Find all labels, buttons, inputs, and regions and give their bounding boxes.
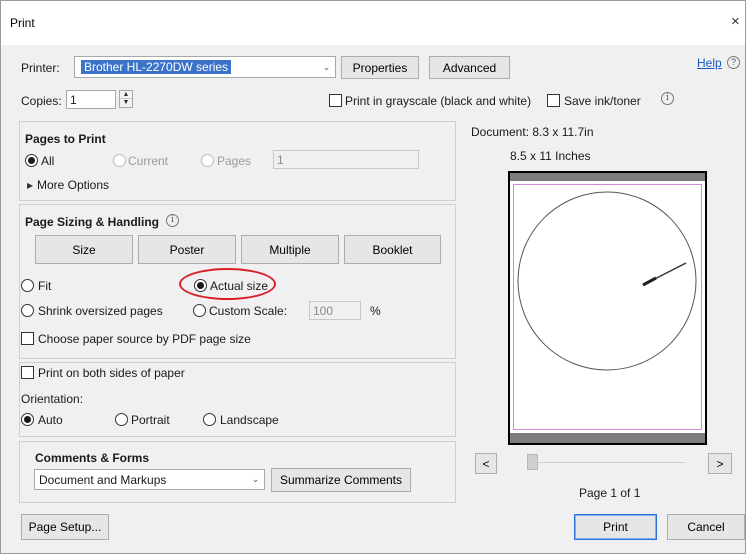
- radio-pages-label: Pages: [217, 154, 252, 168]
- paper-size-text: 8.5 x 11 Inches: [510, 149, 591, 163]
- window-title: Print: [10, 16, 35, 30]
- radio-auto[interactable]: [21, 413, 34, 426]
- page-setup-button[interactable]: Page Setup...: [21, 514, 109, 540]
- comments-forms-select[interactable]: Document and Markups ⌄: [34, 469, 265, 490]
- question-circle-icon[interactable]: ?: [727, 56, 740, 69]
- copies-label: Copies:: [21, 94, 62, 108]
- print-dialog: Print × Printer: Brother HL-2270DW serie…: [0, 0, 746, 554]
- pages-range-input[interactable]: 1: [273, 150, 419, 169]
- both-sides-checkbox[interactable]: [21, 366, 34, 379]
- orientation-label: Orientation:: [21, 392, 84, 406]
- radio-portrait-label: Portrait: [131, 413, 170, 427]
- radio-portrait[interactable]: [115, 413, 128, 426]
- copies-input[interactable]: 1: [66, 90, 116, 109]
- comments-forms-title: Comments & Forms: [35, 451, 150, 465]
- prev-page-button[interactable]: <: [475, 453, 497, 474]
- page-preview: [508, 171, 707, 445]
- spin-down-icon[interactable]: ▼: [120, 99, 132, 107]
- radio-landscape-label: Landscape: [220, 413, 279, 427]
- radio-current[interactable]: [113, 154, 126, 167]
- copies-spinner[interactable]: ▲ ▼: [119, 90, 133, 108]
- close-icon[interactable]: ×: [731, 13, 740, 30]
- help-link[interactable]: Help: [697, 56, 722, 70]
- radio-custom-scale-label: Custom Scale:: [209, 304, 288, 318]
- radio-custom-scale[interactable]: [193, 304, 206, 317]
- save-ink-label: Save ink/toner: [564, 94, 641, 108]
- summarize-comments-button[interactable]: Summarize Comments: [271, 468, 411, 492]
- tab-poster[interactable]: Poster: [138, 235, 236, 264]
- page-sizing-title: Page Sizing & Handling: [25, 215, 160, 229]
- preview-circle: [517, 191, 697, 371]
- page-preview-sheet: [510, 181, 705, 433]
- save-ink-checkbox[interactable]: [547, 94, 560, 107]
- custom-scale-input[interactable]: 100: [309, 301, 361, 320]
- preview-drawing: [517, 191, 697, 371]
- pages-to-print-title: Pages to Print: [25, 132, 106, 146]
- next-page-button[interactable]: >: [708, 453, 732, 474]
- title-bar: Print ×: [1, 1, 745, 45]
- paper-source-checkbox[interactable]: [21, 332, 34, 345]
- chevron-down-icon: ⌄: [317, 57, 335, 77]
- grayscale-checkbox[interactable]: [329, 94, 342, 107]
- printer-label: Printer:: [21, 61, 60, 75]
- radio-auto-label: Auto: [38, 413, 63, 427]
- radio-fit-label: Fit: [38, 279, 52, 293]
- chevron-down-icon: ⌄: [246, 470, 264, 489]
- tab-size[interactable]: Size: [35, 235, 133, 264]
- document-size-text: Document: 8.3 x 11.7in: [471, 125, 594, 139]
- percent-label: %: [370, 304, 381, 318]
- radio-shrink-oversized-label: Shrink oversized pages: [38, 304, 163, 318]
- radio-fit[interactable]: [21, 279, 34, 292]
- comments-forms-selected-value: Document and Markups: [39, 472, 167, 487]
- page-indicator: Page 1 of 1: [579, 486, 641, 500]
- info-icon[interactable]: i: [661, 92, 674, 105]
- page-slider-thumb[interactable]: [527, 454, 538, 470]
- printer-select[interactable]: Brother HL-2270DW series ⌄: [74, 56, 336, 78]
- properties-button[interactable]: Properties: [341, 56, 419, 79]
- radio-all-label: All: [41, 154, 55, 168]
- grayscale-label: Print in grayscale (black and white): [345, 94, 532, 108]
- actual-size-highlight-annotation: [179, 268, 276, 300]
- spin-up-icon[interactable]: ▲: [120, 91, 132, 99]
- more-options-link[interactable]: More Options: [37, 178, 109, 192]
- page-slider-track[interactable]: [527, 462, 685, 463]
- paper-source-label: Choose paper source by PDF page size: [38, 332, 251, 346]
- tab-booklet[interactable]: Booklet: [344, 235, 441, 264]
- advanced-button[interactable]: Advanced: [429, 56, 510, 79]
- cancel-button[interactable]: Cancel: [667, 514, 745, 540]
- both-sides-label: Print on both sides of paper: [38, 366, 185, 380]
- preview-radius-label: [642, 276, 657, 287]
- tab-multiple[interactable]: Multiple: [241, 235, 339, 264]
- radio-shrink-oversized[interactable]: [21, 304, 34, 317]
- printer-selected-value: Brother HL-2270DW series: [81, 60, 232, 74]
- info-icon[interactable]: i: [166, 214, 179, 227]
- triangle-right-icon[interactable]: ▶: [27, 181, 33, 190]
- radio-pages[interactable]: [201, 154, 214, 167]
- radio-landscape[interactable]: [203, 413, 216, 426]
- print-button[interactable]: Print: [574, 514, 657, 540]
- radio-current-label: Current: [128, 154, 169, 168]
- radio-all[interactable]: [25, 154, 38, 167]
